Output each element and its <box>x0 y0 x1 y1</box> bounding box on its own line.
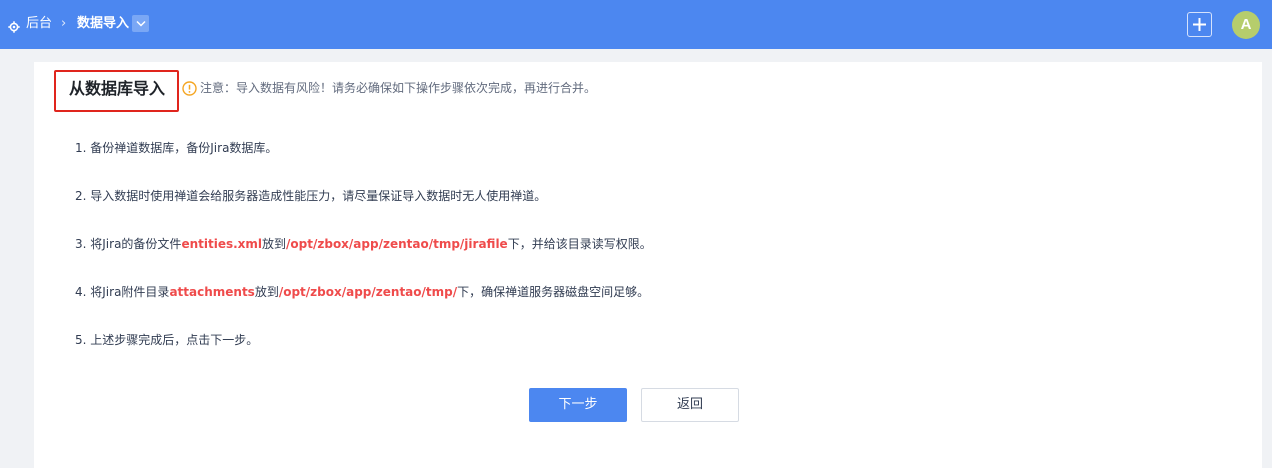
step-4: 4. 将Jira附件目录attachments放到/opt/zbox/app/z… <box>75 284 649 301</box>
step-3: 3. 将Jira的备份文件entities.xml放到/opt/zbox/app… <box>75 236 652 253</box>
warning-notice: 注意：导入数据有风险！请务必确保如下操作步骤依次完成，再进行合并。 <box>200 81 597 95</box>
step-4-text-c: 下，确保禅道服务器磁盘空间足够。 <box>457 285 650 299</box>
back-button[interactable]: 返回 <box>641 388 739 422</box>
warning-icon <box>182 81 197 96</box>
step-3-filename: entities.xml <box>181 237 263 251</box>
step-3-text-b: 放到 <box>262 237 287 251</box>
chevron-down-icon[interactable] <box>132 15 149 32</box>
step-4-text-a: 4. 将Jira附件目录 <box>75 285 170 299</box>
step-2: 2. 导入数据时使用禅道会给服务器造成性能压力，请尽量保证导入数据时无人使用禅道… <box>75 189 547 203</box>
page-title: 从数据库导入 <box>69 79 166 98</box>
step-5: 5. 上述步骤完成后，点击下一步。 <box>75 333 259 347</box>
gear-icon[interactable] <box>8 18 20 33</box>
step-3-path: /opt/zbox/app/zentao/tmp/jirafile <box>286 237 508 251</box>
plus-icon[interactable] <box>1187 12 1212 37</box>
step-3-text-c: 下，并给该目录读写权限。 <box>507 237 652 251</box>
step-4-path: /opt/zbox/app/zentao/tmp/ <box>278 285 458 299</box>
breadcrumb-separator: › <box>61 16 67 31</box>
breadcrumb-home[interactable]: 后台 <box>26 15 52 33</box>
step-1: 1. 备份禅道数据库，备份Jira数据库。 <box>75 141 278 155</box>
step-4-text-b: 放到 <box>254 285 279 299</box>
next-step-button[interactable]: 下一步 <box>529 388 627 422</box>
step-3-text-a: 3. 将Jira的备份文件 <box>75 237 182 251</box>
breadcrumb-current[interactable]: 数据导入 <box>77 15 129 33</box>
top-navbar: 后台 › 数据导入 A <box>0 0 1272 49</box>
avatar[interactable]: A <box>1232 11 1260 39</box>
step-4-dirname: attachments <box>169 285 255 299</box>
